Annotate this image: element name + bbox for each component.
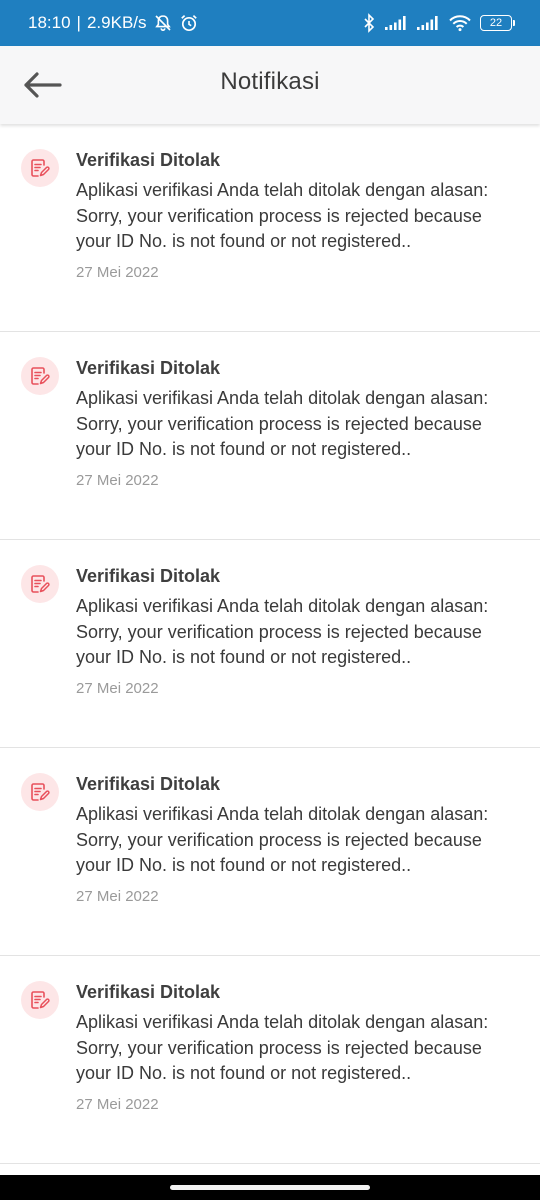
notification-title: Verifikasi Ditolak (76, 982, 221, 1002)
notification-body: Aplikasi verifikasi Anda telah ditolak d… (76, 180, 489, 252)
page-title: Notifikasi (220, 68, 320, 95)
notification-screen: 18:10 | 2.9KB/s 22 Notifikasi Verifikasi… (0, 0, 540, 1200)
notification-date: 27 Mei 2022 (76, 680, 159, 698)
status-right: 22 (362, 13, 515, 33)
status-separator: | (76, 13, 81, 32)
notification-content: Verifikasi Ditolak Aplikasi verifikasi A… (76, 564, 510, 699)
status-left: 18:10 | 2.9KB/s (28, 13, 199, 33)
status-bar: 18:10 | 2.9KB/s 22 (0, 0, 540, 46)
network-speed: 2.9KB/s (86, 13, 147, 32)
notification-item[interactable]: Verifikasi Ditolak Aplikasi verifikasi A… (0, 124, 540, 332)
status-time: 18:10 (28, 13, 71, 32)
notification-content: Verifikasi Ditolak Aplikasi verifikasi A… (76, 772, 510, 907)
signal-icon (384, 15, 408, 31)
signal-icon (416, 15, 440, 31)
notification-date: 27 Mei 2022 (76, 888, 159, 906)
document-edit-icon (21, 357, 59, 395)
notification-item[interactable]: Verifikasi Ditolak Aplikasi verifikasi A… (0, 956, 540, 1164)
app-bar: Notifikasi (0, 46, 540, 124)
notification-content: Verifikasi Ditolak Aplikasi verifikasi A… (76, 980, 510, 1115)
notification-content: Verifikasi Ditolak Aplikasi verifikasi A… (76, 148, 510, 283)
notification-title: Verifikasi Ditolak (76, 774, 221, 794)
document-edit-icon (21, 149, 59, 187)
home-indicator[interactable] (170, 1185, 370, 1190)
notification-date: 27 Mei 2022 (76, 472, 159, 490)
notification-list: Verifikasi Ditolak Aplikasi verifikasi A… (0, 124, 540, 1164)
notification-title: Verifikasi Ditolak (76, 150, 221, 170)
notification-content: Verifikasi Ditolak Aplikasi verifikasi A… (76, 356, 510, 491)
bluetooth-icon (362, 13, 376, 33)
notification-body: Aplikasi verifikasi Anda telah ditolak d… (76, 596, 489, 668)
alarm-icon (179, 13, 199, 33)
document-edit-icon (21, 565, 59, 603)
notification-item[interactable]: Verifikasi Ditolak Aplikasi verifikasi A… (0, 748, 540, 956)
notification-title: Verifikasi Ditolak (76, 566, 221, 586)
notification-body: Aplikasi verifikasi Anda telah ditolak d… (76, 388, 489, 460)
wifi-icon (448, 14, 472, 32)
notification-date: 27 Mei 2022 (76, 1096, 159, 1114)
system-nav-bar (0, 1175, 540, 1200)
notification-item[interactable]: Verifikasi Ditolak Aplikasi verifikasi A… (0, 540, 540, 748)
mute-bell-icon (153, 13, 173, 33)
notification-body: Aplikasi verifikasi Anda telah ditolak d… (76, 804, 489, 876)
notification-title: Verifikasi Ditolak (76, 358, 221, 378)
notification-date: 27 Mei 2022 (76, 264, 159, 282)
document-edit-icon (21, 981, 59, 1019)
notification-body: Aplikasi verifikasi Anda telah ditolak d… (76, 1012, 489, 1084)
battery-level: 22 (489, 17, 503, 29)
document-edit-icon (21, 773, 59, 811)
battery-icon: 22 (480, 15, 515, 31)
notification-item[interactable]: Verifikasi Ditolak Aplikasi verifikasi A… (0, 332, 540, 540)
